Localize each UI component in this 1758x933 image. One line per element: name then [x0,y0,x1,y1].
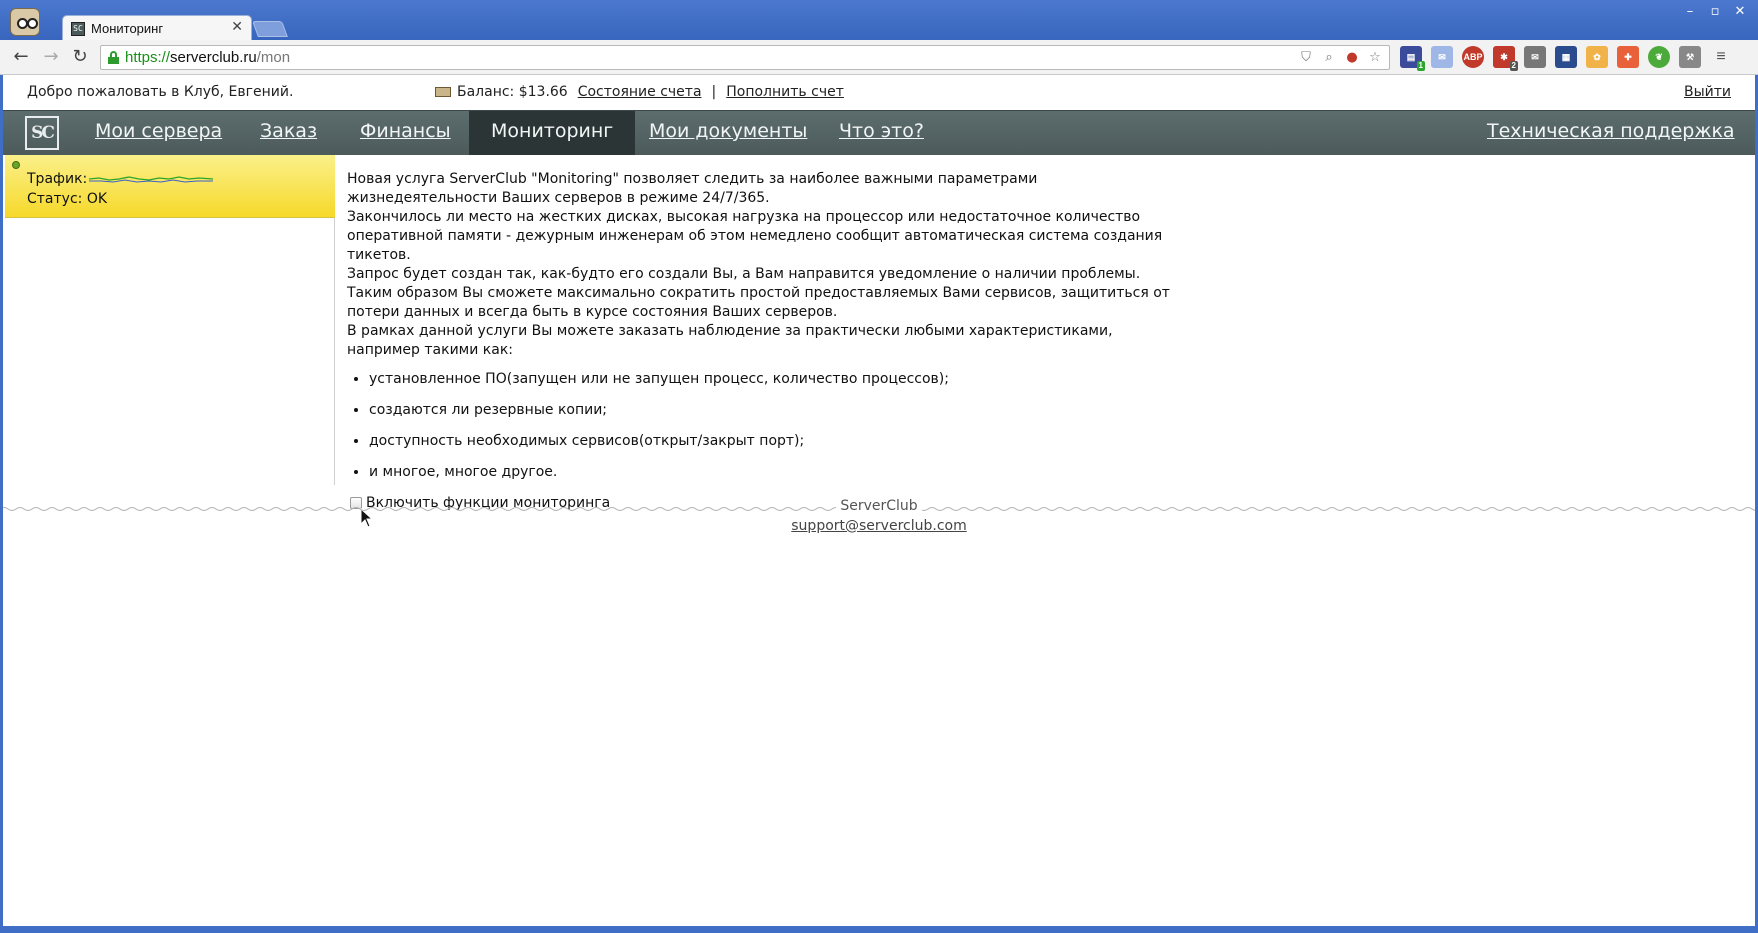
options-paragraph: В рамках данной услуги Вы можете заказат… [347,323,1113,358]
status-dot-icon [12,161,20,169]
footer-brand: ServerClub [0,498,1758,514]
address-bar[interactable]: https://serverclub.ru/mon ⛉ ⌕ ● ☆ [100,45,1390,70]
bookmark-star-icon[interactable]: ☆ [1367,50,1383,66]
intro-paragraph: Новая услуга ServerClub "Monitoring" поз… [347,171,1038,206]
shield-icon[interactable]: ⛉ [1298,50,1314,66]
plus-ext-icon[interactable]: ✚ [1617,46,1639,68]
nav-my-documents[interactable]: Мои документы [627,111,829,155]
account-status-link[interactable]: Состояние счета [578,84,702,100]
main-nav: SC Мои сервера Заказ Финансы Мониторинг … [0,110,1758,155]
balance-group: Баланс: $13.66 Состояние счета | Пополни… [435,84,844,100]
window-border-bottom [0,926,1758,933]
support-email-link[interactable]: support@serverclub.com [791,518,966,534]
nav-support[interactable]: Техническая поддержка [1465,111,1757,155]
server-sidebar: Трафик: Статус: OK [5,155,335,485]
back-arrow-icon[interactable]: ← [10,46,32,68]
tab-strip: SC Мониторинг ✕ – ▫ ✕ [0,0,1758,41]
wrench-ext-icon[interactable]: ⚒ [1679,46,1701,68]
lock-icon [108,51,119,64]
traffic-sparkline [89,176,213,183]
account-bar: Добро пожаловать в Клуб, Евгений. Баланс… [0,75,1758,110]
browser-toolbar: ← → ↻ https://serverclub.ru/mon ⛉ ⌕ ● ☆ … [0,40,1758,75]
list-item: создаются ли резервные копии; [369,401,1182,420]
envelope-icon[interactable]: ✉ [1524,46,1546,68]
forward-arrow-icon[interactable]: → [40,46,62,68]
close-window-icon[interactable]: ✕ [1730,4,1750,20]
top-up-link[interactable]: Пополнить счет [726,84,844,100]
tab-title: Мониторинг [91,21,164,36]
window-border-left [0,75,3,933]
list-item: установленное ПО(запущен или не запущен … [369,370,1182,389]
logout-link[interactable]: Выйти [1684,84,1731,100]
money-icon [435,87,451,97]
balance-text: Баланс: $13.66 [457,84,568,100]
extension-stamp-icon[interactable]: ● [1344,50,1360,66]
server-status: Статус: OK [27,191,108,207]
mail-ext-icon[interactable]: ✉ [1431,46,1453,68]
benefit-paragraph: Таким образом Вы сможете максимально сок… [347,285,1170,320]
monitoring-description: Новая услуга ServerClub "Monitoring" поз… [347,170,1182,494]
ticket-paragraph: Запрос будет создан так, как-будто его с… [347,266,1141,282]
traffic-label: Трафик: [27,171,88,187]
site-favicon-icon: SC [71,22,85,36]
nav-what-is-this[interactable]: Что это? [817,111,946,155]
server-card[interactable]: Трафик: Статус: OK [5,155,335,218]
serverclub-logo[interactable]: SC [25,116,59,150]
menu-icon[interactable]: ≡ [1710,46,1732,68]
nav-my-servers[interactable]: Мои сервера [73,111,244,155]
tasks-ext-icon[interactable]: ✱ 2 [1493,46,1518,71]
calculator-icon[interactable]: ▦ [1555,46,1577,68]
new-tab-button[interactable] [252,21,288,37]
zoom-icon[interactable]: ⌕ [1321,50,1337,66]
browser-chrome: SC Мониторинг ✕ – ▫ ✕ ← → ↻ https://serv… [0,0,1758,75]
tab-close-icon[interactable]: ✕ [231,19,243,35]
tab-monitoring[interactable]: SC Мониторинг ✕ [62,15,252,41]
reload-icon[interactable]: ↻ [69,46,91,68]
minimize-window-icon[interactable]: – [1680,4,1700,20]
features-list: установленное ПО(запущен или не запущен … [347,370,1182,482]
list-item: доступность необходимых сервисов(открыт/… [369,432,1182,451]
url-text: https://serverclub.ru/mon [125,49,291,66]
adblock-icon[interactable]: ABP [1462,46,1484,68]
page: Добро пожаловать в Клуб, Евгений. Баланс… [0,75,1758,933]
nav-finance[interactable]: Финансы [338,111,473,155]
separator: | [711,84,717,100]
calendar-ext-icon[interactable]: ▤ 1 [1400,46,1425,71]
footer: ServerClub support@serverclub.com [0,498,1758,553]
nav-monitoring[interactable]: Мониторинг [469,111,636,155]
evernote-icon[interactable]: ❦ [1648,46,1670,68]
disk-cpu-paragraph: Закончилось ли место на жестких дисках, … [347,209,1163,263]
welcome-text: Добро пожаловать в Клуб, Евгений. [27,84,294,100]
nav-order[interactable]: Заказ [238,111,339,155]
maximize-window-icon[interactable]: ▫ [1705,4,1725,20]
flower-ext-icon[interactable]: ✿ [1586,46,1608,68]
profile-avatar-icon[interactable] [10,8,40,36]
footer-email: support@serverclub.com [0,518,1758,534]
list-item: и многое, многое другое. [369,463,1182,482]
